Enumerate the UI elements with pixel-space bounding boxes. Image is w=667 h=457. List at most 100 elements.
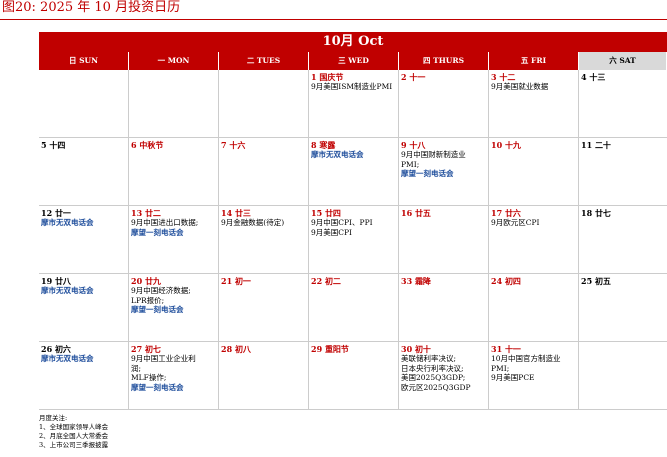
day-date-label: 9 十八 bbox=[401, 140, 486, 150]
day-lunar-label: 中秋节 bbox=[139, 140, 164, 150]
calendar-day-cell[interactable]: 8 寒露 摩市无双电话会 bbox=[309, 138, 399, 205]
calendar-week-row: 19 廿八 摩市无双电话会 20 廿九 9月中国经济数据; LPR报价; 摩望一刻电话会 2… bbox=[39, 274, 667, 342]
weekday-tue: 二 TUES bbox=[219, 52, 309, 70]
day-lunar-label: 廿八 bbox=[54, 276, 71, 286]
calendar-day-cell[interactable] bbox=[579, 342, 667, 409]
day-lunar-label: 十一 bbox=[409, 72, 426, 82]
day-lunar-label: 重阳节 bbox=[324, 344, 349, 354]
figure-title: 图20: 2025 年 10 月投资日历 bbox=[2, 0, 181, 15]
day-number: 4 bbox=[581, 72, 587, 82]
day-date-label: 1 国庆节 bbox=[311, 72, 396, 82]
calendar-day-cell[interactable]: 29 重阳节 bbox=[309, 342, 399, 409]
calendar-event: 9月中国CPI、PPI bbox=[311, 218, 373, 227]
calendar-event: 日本央行利率决议; bbox=[401, 363, 464, 373]
calendar-day-cell[interactable]: 27 初七 9月中国工业企业利 润; MLF操作; 摩望一刻电话会 bbox=[129, 342, 219, 409]
title-rule bbox=[0, 19, 667, 20]
weekday-wed: 三 WED bbox=[309, 52, 399, 70]
calendar-event: PMI; bbox=[401, 159, 420, 169]
conference-call-event: 摩市无双电话会 bbox=[41, 354, 94, 363]
calendar-day-cell[interactable]: 14 廿三 9月金融数据(待定) bbox=[219, 206, 309, 273]
day-lunar-label: 廿二 bbox=[144, 208, 161, 218]
calendar-day-cell[interactable]: 33 霜降 bbox=[399, 274, 489, 341]
day-date-label: 20 廿九 bbox=[131, 276, 216, 286]
day-lunar-label: 十二 bbox=[499, 72, 516, 82]
calendar-week-row: 5 十四 6 中秋节 7 十六 8 寒露 摩市无双电话会 9 十八 9月中国财新制造业 PMI… bbox=[39, 138, 667, 206]
calendar-event: 9月中国进出口数据; bbox=[131, 218, 199, 227]
calendar-day-cell[interactable]: 4 十三 bbox=[579, 70, 667, 137]
calendar-event: 欧元区2025Q3GDP bbox=[401, 382, 471, 392]
day-date-label: 25 初五 bbox=[581, 276, 665, 286]
day-lunar-label: 廿九 bbox=[144, 276, 161, 286]
calendar-day-cell[interactable]: 25 初五 bbox=[579, 274, 667, 341]
day-lunar-label: 十一 bbox=[504, 344, 521, 354]
day-number: 25 bbox=[581, 276, 593, 286]
calendar-day-cell[interactable]: 28 初八 bbox=[219, 342, 309, 409]
calendar-day-cell[interactable] bbox=[39, 70, 129, 137]
calendar-day-cell[interactable]: 18 廿七 bbox=[579, 206, 667, 273]
calendar-day-cell[interactable]: 19 廿八 摩市无双电话会 bbox=[39, 274, 129, 341]
calendar-event: 美国2025Q3GDP; bbox=[401, 373, 466, 382]
day-number: 11 bbox=[581, 140, 593, 150]
day-date-label: 8 寒露 bbox=[311, 140, 396, 150]
day-lunar-label: 初四 bbox=[504, 276, 521, 286]
calendar-day-cell[interactable]: 3 十二 9月美国就业数据 bbox=[489, 70, 579, 137]
day-date-label: 10 十九 bbox=[491, 140, 576, 150]
calendar-day-cell[interactable]: 30 初十 美联储利率决议; 日本央行利率决议; 美国2025Q3GDP; 欧元区202… bbox=[399, 342, 489, 409]
calendar-day-cell[interactable]: 24 初四 bbox=[489, 274, 579, 341]
day-date-label: 17 廿六 bbox=[491, 208, 576, 218]
day-number: 3 bbox=[491, 72, 497, 82]
calendar-day-cell[interactable]: 26 初六 摩市无双电话会 bbox=[39, 342, 129, 409]
day-lunar-label: 国庆节 bbox=[319, 72, 344, 82]
day-date-label: 33 霜降 bbox=[401, 276, 486, 286]
calendar-event: 9月欧元区CPI bbox=[491, 218, 540, 227]
day-date-label: 7 十六 bbox=[221, 140, 306, 150]
calendar-day-cell[interactable]: 20 廿九 9月中国经济数据; LPR报价; 摩望一刻电话会 bbox=[129, 274, 219, 341]
day-number: 30 bbox=[401, 344, 413, 354]
day-lunar-label: 廿六 bbox=[504, 208, 521, 218]
calendar-day-cell[interactable]: 2 十一 bbox=[399, 70, 489, 137]
calendar-event: 9月美国CPI bbox=[311, 227, 353, 237]
calendar-event: 9月美国ISM制造业PMI bbox=[311, 82, 393, 91]
calendar-day-cell[interactable]: 5 十四 bbox=[39, 138, 129, 205]
calendar-week-row: 12 廿一 摩市无双电话会 13 廿二 9月中国进出口数据; 摩望一刻电话会 14 廿三 9… bbox=[39, 206, 667, 274]
calendar-day-cell[interactable] bbox=[219, 70, 309, 137]
day-date-label: 22 初二 bbox=[311, 276, 396, 286]
calendar-day-cell[interactable]: 6 中秋节 bbox=[129, 138, 219, 205]
calendar-day-cell[interactable]: 11 二十 bbox=[579, 138, 667, 205]
calendar-day-cell[interactable]: 31 十一 10月中国官方制造业 PMI; 9月美国PCE bbox=[489, 342, 579, 409]
calendar-day-cell[interactable] bbox=[129, 70, 219, 137]
calendar-day-cell[interactable]: 13 廿二 9月中国进出口数据; 摩望一刻电话会 bbox=[129, 206, 219, 273]
calendar-day-cell[interactable]: 10 十九 bbox=[489, 138, 579, 205]
day-number: 8 bbox=[311, 140, 317, 150]
day-number: 20 bbox=[131, 276, 143, 286]
day-number: 13 bbox=[131, 208, 143, 218]
calendar-event: MLF操作; bbox=[131, 373, 167, 382]
notes-item: 2、月底全国人大常委会 bbox=[39, 432, 109, 440]
calendar-day-cell[interactable]: 16 廿五 bbox=[399, 206, 489, 273]
day-number: 18 bbox=[581, 208, 593, 218]
day-number: 21 bbox=[221, 276, 233, 286]
calendar-day-cell[interactable]: 21 初一 bbox=[219, 274, 309, 341]
calendar-day-cell[interactable]: 12 廿一 摩市无双电话会 bbox=[39, 206, 129, 273]
conference-call-event: 摩望一刻电话会 bbox=[401, 169, 454, 178]
calendar-day-cell[interactable]: 17 廿六 9月欧元区CPI bbox=[489, 206, 579, 273]
calendar-day-cell[interactable]: 9 十八 9月中国财新制造业 PMI; 摩望一刻电话会 bbox=[399, 138, 489, 205]
day-number: 29 bbox=[311, 344, 323, 354]
conference-call-event: 摩市无双电话会 bbox=[311, 150, 364, 159]
day-date-label: 14 廿三 bbox=[221, 208, 306, 218]
weekday-thu: 四 THURS bbox=[399, 52, 489, 70]
day-lunar-label: 廿三 bbox=[234, 208, 251, 218]
day-date-label: 18 廿七 bbox=[581, 208, 665, 218]
day-number: 16 bbox=[401, 208, 413, 218]
day-date-label: 30 初十 bbox=[401, 344, 486, 354]
calendar-day-cell[interactable]: 22 初二 bbox=[309, 274, 399, 341]
calendar-event: 润; bbox=[131, 363, 142, 373]
calendar-day-cell[interactable]: 7 十六 bbox=[219, 138, 309, 205]
calendar-day-cell[interactable]: 15 廿四 9月中国CPI、PPI 9月美国CPI bbox=[309, 206, 399, 273]
calendar-event: 9月美国就业数据 bbox=[491, 82, 549, 91]
day-lunar-label: 廿四 bbox=[324, 208, 341, 218]
day-date-label: 4 十三 bbox=[581, 72, 665, 82]
conference-call-event: 摩市无双电话会 bbox=[41, 286, 94, 295]
calendar-day-cell[interactable]: 1 国庆节 9月美国ISM制造业PMI bbox=[309, 70, 399, 137]
day-date-label: 2 十一 bbox=[401, 72, 486, 82]
